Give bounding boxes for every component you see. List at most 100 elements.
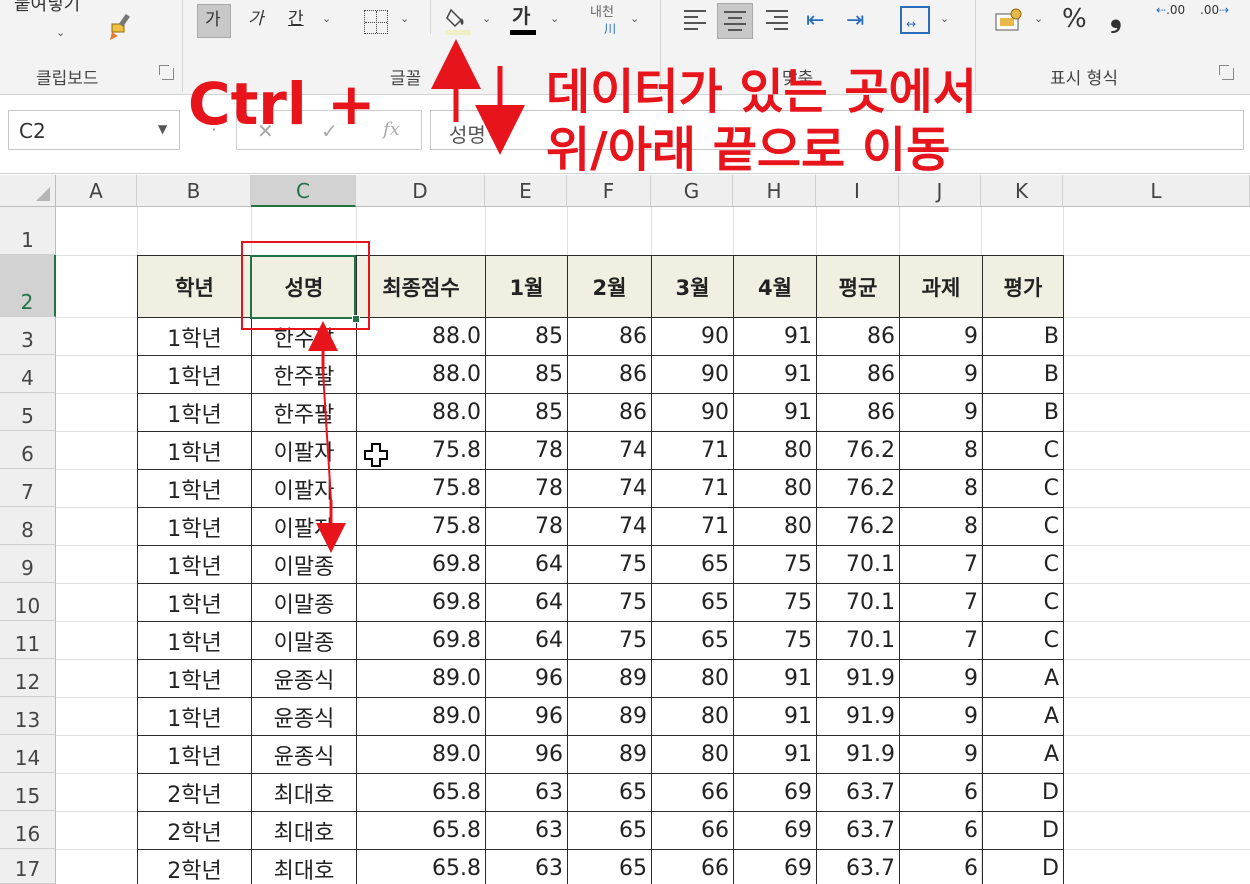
table-cell[interactable]: 86	[567, 355, 652, 394]
table-cell[interactable]: 75	[733, 545, 817, 584]
column-header-c[interactable]: C	[251, 175, 356, 207]
table-cell[interactable]: 90	[651, 355, 734, 394]
table-cell[interactable]: 74	[567, 507, 652, 546]
table-cell[interactable]: 69	[733, 849, 817, 884]
name-box-dropdown-icon[interactable]: ▼	[158, 122, 167, 136]
table-cell[interactable]: 64	[485, 545, 568, 584]
table-cell[interactable]: 64	[485, 621, 568, 660]
table-cell[interactable]: 9	[899, 735, 983, 774]
header-cell[interactable]: 학년	[137, 255, 252, 318]
table-cell[interactable]: 2학년	[137, 773, 252, 812]
table-cell[interactable]: 78	[485, 507, 568, 546]
table-cell[interactable]: 1학년	[137, 355, 252, 394]
table-cell[interactable]: A	[982, 659, 1064, 698]
comma-button[interactable]: ❟	[1110, 2, 1122, 32]
table-cell[interactable]: C	[982, 545, 1064, 584]
align-left-icon[interactable]	[684, 10, 708, 32]
table-cell[interactable]: 80	[651, 697, 734, 736]
table-cell[interactable]: 85	[485, 393, 568, 432]
table-cell[interactable]: 80	[651, 735, 734, 774]
font-color-button[interactable]: 가	[512, 6, 530, 26]
table-cell[interactable]: A	[982, 735, 1064, 774]
table-cell[interactable]: 8	[899, 469, 983, 508]
table-cell[interactable]: 63.7	[816, 849, 900, 884]
table-cell[interactable]: 91	[733, 355, 817, 394]
table-cell[interactable]: 1학년	[137, 393, 252, 432]
table-cell[interactable]: 이말종	[251, 583, 357, 622]
table-cell[interactable]: 1학년	[137, 697, 252, 736]
table-cell[interactable]: 70.1	[816, 583, 900, 622]
table-cell[interactable]: 85	[485, 317, 568, 356]
underline-dropdown-icon[interactable]: ⌄	[322, 12, 331, 25]
table-cell[interactable]: 8	[899, 507, 983, 546]
select-all-button[interactable]	[0, 175, 56, 207]
row-header-8[interactable]: 8	[0, 507, 56, 545]
table-cell[interactable]: 85	[485, 355, 568, 394]
phonetic-dropdown-icon[interactable]: ⌄	[630, 12, 639, 25]
table-cell[interactable]: 63.7	[816, 811, 900, 850]
table-cell[interactable]: C	[982, 507, 1064, 546]
table-cell[interactable]: 91	[733, 697, 817, 736]
table-cell[interactable]: 76.2	[816, 507, 900, 546]
table-cell[interactable]: 71	[651, 507, 734, 546]
table-cell[interactable]: 이팔자	[251, 507, 357, 546]
table-cell[interactable]: 65	[651, 583, 734, 622]
header-cell[interactable]: 4월	[733, 255, 817, 318]
format-painter-icon[interactable]	[108, 12, 138, 42]
row-header-6[interactable]: 6	[0, 431, 56, 469]
table-cell[interactable]: 71	[651, 469, 734, 508]
fill-color-dropdown-icon[interactable]: ⌄	[482, 12, 491, 25]
table-cell[interactable]: 86	[816, 355, 900, 394]
table-cell[interactable]: 75	[567, 545, 652, 584]
table-cell[interactable]: 75	[733, 621, 817, 660]
table-cell[interactable]: 65	[651, 545, 734, 584]
table-cell[interactable]: 86	[816, 393, 900, 432]
row-header-13[interactable]: 13	[0, 697, 56, 735]
table-cell[interactable]: 9	[899, 697, 983, 736]
border-icon[interactable]	[364, 10, 388, 34]
table-cell[interactable]: 1학년	[137, 431, 252, 470]
name-box[interactable]: C2	[8, 110, 180, 150]
row-header-17[interactable]: 17	[0, 849, 56, 884]
table-cell[interactable]: 7	[899, 583, 983, 622]
table-cell[interactable]: 69	[733, 811, 817, 850]
column-header-l[interactable]: L	[1063, 175, 1250, 207]
table-cell[interactable]: 이팔자	[251, 469, 357, 508]
table-cell[interactable]: 91	[733, 659, 817, 698]
table-cell[interactable]: 이팔자	[251, 431, 357, 470]
table-cell[interactable]: D	[982, 773, 1064, 812]
table-cell[interactable]: 66	[651, 811, 734, 850]
table-cell[interactable]: 63	[485, 811, 568, 850]
table-cell[interactable]: 78	[485, 431, 568, 470]
table-cell[interactable]: 71	[651, 431, 734, 470]
table-cell[interactable]: 75	[567, 583, 652, 622]
table-cell[interactable]: 9	[899, 393, 983, 432]
table-cell[interactable]: 70.1	[816, 621, 900, 660]
table-cell[interactable]: 70.1	[816, 545, 900, 584]
table-cell[interactable]: A	[982, 697, 1064, 736]
header-cell[interactable]: 과제	[899, 255, 983, 318]
merge-dropdown-icon[interactable]: ⌄	[940, 12, 949, 25]
header-cell[interactable]: 최종점수	[356, 255, 486, 318]
table-cell[interactable]: 91	[733, 735, 817, 774]
row-header-16[interactable]: 16	[0, 811, 56, 849]
table-cell[interactable]: 윤종식	[251, 659, 357, 698]
bold-button[interactable]: 가	[197, 4, 231, 38]
table-cell[interactable]: 한주팔	[251, 355, 357, 394]
table-cell[interactable]: 88.0	[356, 393, 486, 432]
header-cell[interactable]: 3월	[651, 255, 734, 318]
row-header-3[interactable]: 3	[0, 317, 56, 355]
table-cell[interactable]: 75	[733, 583, 817, 622]
merge-center-icon[interactable]: ↔	[900, 6, 930, 34]
table-cell[interactable]: 78	[485, 469, 568, 508]
increase-decimal-icon[interactable]: ⇠.00	[1156, 4, 1190, 34]
table-cell[interactable]: 1학년	[137, 545, 252, 584]
table-cell[interactable]: 80	[733, 469, 817, 508]
row-header-11[interactable]: 11	[0, 621, 56, 659]
table-cell[interactable]: 65	[651, 621, 734, 660]
table-cell[interactable]: 1학년	[137, 583, 252, 622]
table-cell[interactable]: 65.8	[356, 773, 486, 812]
fill-color-icon[interactable]	[445, 6, 471, 36]
table-cell[interactable]: C	[982, 621, 1064, 660]
table-cell[interactable]: 1학년	[137, 507, 252, 546]
